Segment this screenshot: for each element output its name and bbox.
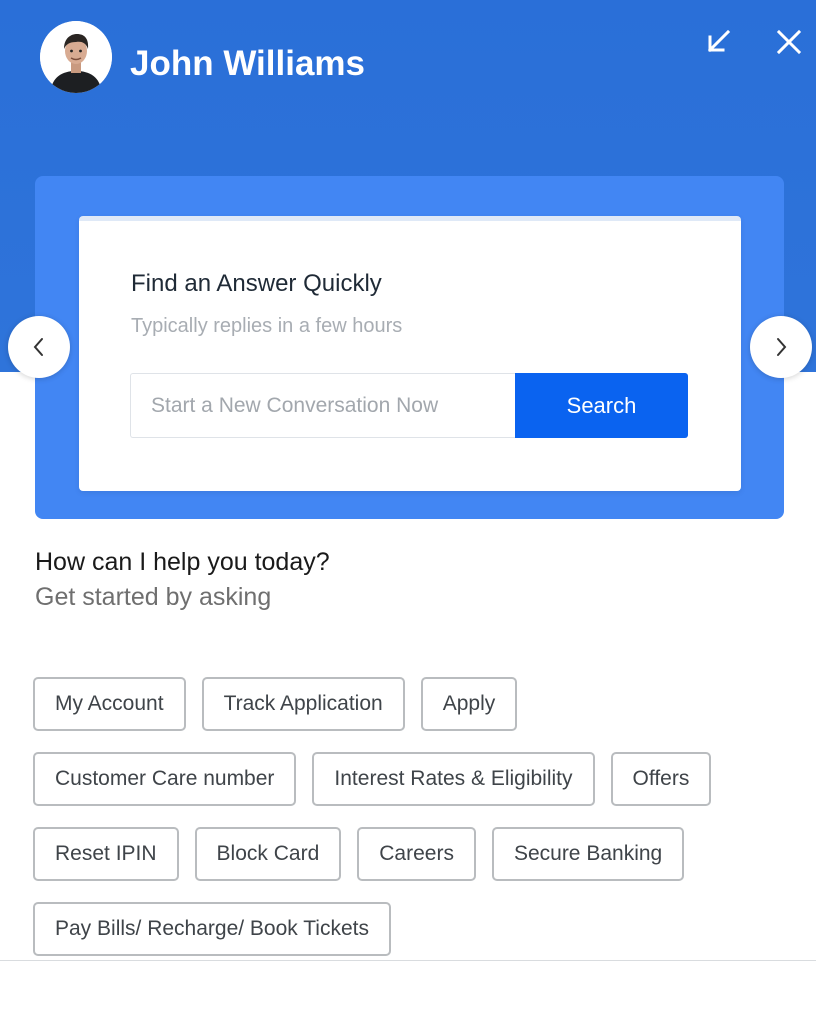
chip-reset-ipin[interactable]: Reset IPIN	[33, 827, 179, 881]
chip-track-application[interactable]: Track Application	[201, 677, 405, 731]
chip-row: My Account Track Application Apply	[33, 677, 793, 731]
chip-row: Reset IPIN Block Card Careers Secure Ban…	[33, 827, 793, 881]
carousel-prev-button[interactable]	[8, 316, 70, 378]
chip-row: Pay Bills/ Recharge/ Book Tickets	[33, 902, 793, 956]
card-subtitle: Typically replies in a few hours	[131, 315, 403, 337]
chevron-left-icon	[33, 338, 43, 356]
chip-interest-rates[interactable]: Interest Rates & Eligibility	[312, 752, 595, 806]
footer-divider	[0, 960, 816, 961]
card-title: Find an Answer Quickly	[131, 270, 382, 297]
close-button[interactable]	[771, 24, 807, 60]
agent-name: John Williams	[130, 44, 366, 83]
agent-avatar	[40, 21, 112, 93]
minimize-arrow-icon	[707, 29, 731, 53]
chip-careers[interactable]: Careers	[357, 827, 476, 881]
chip-my-account[interactable]: My Account	[33, 677, 186, 731]
chip-offers[interactable]: Offers	[610, 752, 712, 806]
chip-customer-care-number[interactable]: Customer Care number	[33, 752, 297, 806]
quick-reply-chips: My Account Track Application Apply Custo…	[33, 677, 793, 977]
carousel-next-button[interactable]	[750, 316, 812, 378]
chip-apply[interactable]: Apply	[420, 677, 518, 731]
chip-block-card[interactable]: Block Card	[194, 827, 342, 881]
search-card	[79, 216, 741, 491]
chat-widget: John Williams Find an Answer Quickly Typ…	[0, 0, 816, 1024]
chip-secure-banking[interactable]: Secure Banking	[491, 827, 685, 881]
close-icon	[776, 29, 802, 55]
chip-row: Customer Care number Interest Rates & El…	[33, 752, 793, 806]
search-input[interactable]	[130, 373, 516, 438]
person-avatar-icon	[40, 21, 112, 93]
help-title: How can I help you today?	[35, 548, 330, 576]
help-subtitle: Get started by asking	[35, 583, 272, 611]
chip-pay-bills[interactable]: Pay Bills/ Recharge/ Book Tickets	[33, 902, 391, 956]
minimize-button[interactable]	[700, 24, 736, 60]
search-button[interactable]: Search	[515, 373, 688, 438]
chevron-right-icon	[777, 338, 787, 356]
